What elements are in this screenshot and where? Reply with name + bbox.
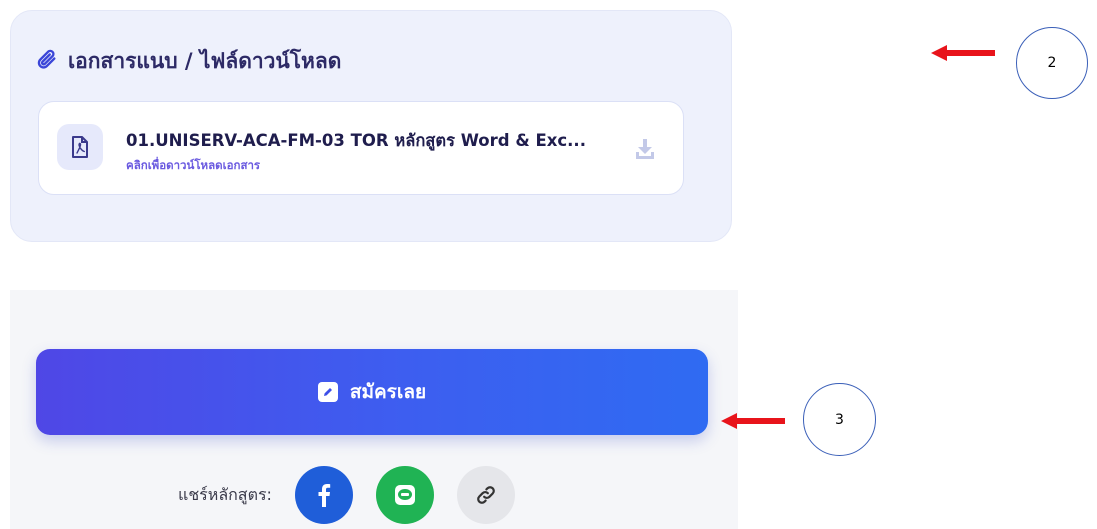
attachments-title-text: เอกสารแนบ / ไฟล์ดาวน์โหลด	[68, 48, 342, 73]
apply-button[interactable]: สมัครเลย	[36, 349, 708, 435]
facebook-icon	[318, 484, 331, 507]
annotation-arrow-2	[931, 45, 995, 61]
line-share-button[interactable]	[375, 466, 434, 524]
annotation-marker-2: 2	[1016, 27, 1088, 99]
edit-icon	[317, 382, 338, 402]
share-row: แชร์หลักสูตร:	[178, 466, 538, 524]
file-download-item[interactable]: 01.UNISERV-ACA-FM-03 TOR หลักสูตร Word &…	[38, 101, 684, 195]
attachments-title: เอกสารแนบ / ไฟล์ดาวน์โหลด	[36, 46, 341, 76]
pdf-file-icon	[57, 124, 103, 170]
apply-button-label: สมัครเลย	[349, 381, 427, 403]
annotation-marker-3: 3	[803, 383, 876, 456]
file-download-hint: คลิกเพื่อดาวน์โหลดเอกสาร	[126, 158, 261, 172]
paperclip-icon	[36, 48, 58, 75]
link-icon	[477, 486, 495, 504]
annotation-arrow-3	[721, 413, 785, 429]
file-name: 01.UNISERV-ACA-FM-03 TOR หลักสูตร Word &…	[126, 131, 586, 150]
share-label: แชร์หลักสูตร:	[178, 484, 272, 504]
download-icon[interactable]	[633, 136, 657, 162]
facebook-share-button[interactable]	[294, 466, 353, 524]
line-icon	[394, 485, 415, 505]
copy-link-button[interactable]	[456, 466, 515, 524]
